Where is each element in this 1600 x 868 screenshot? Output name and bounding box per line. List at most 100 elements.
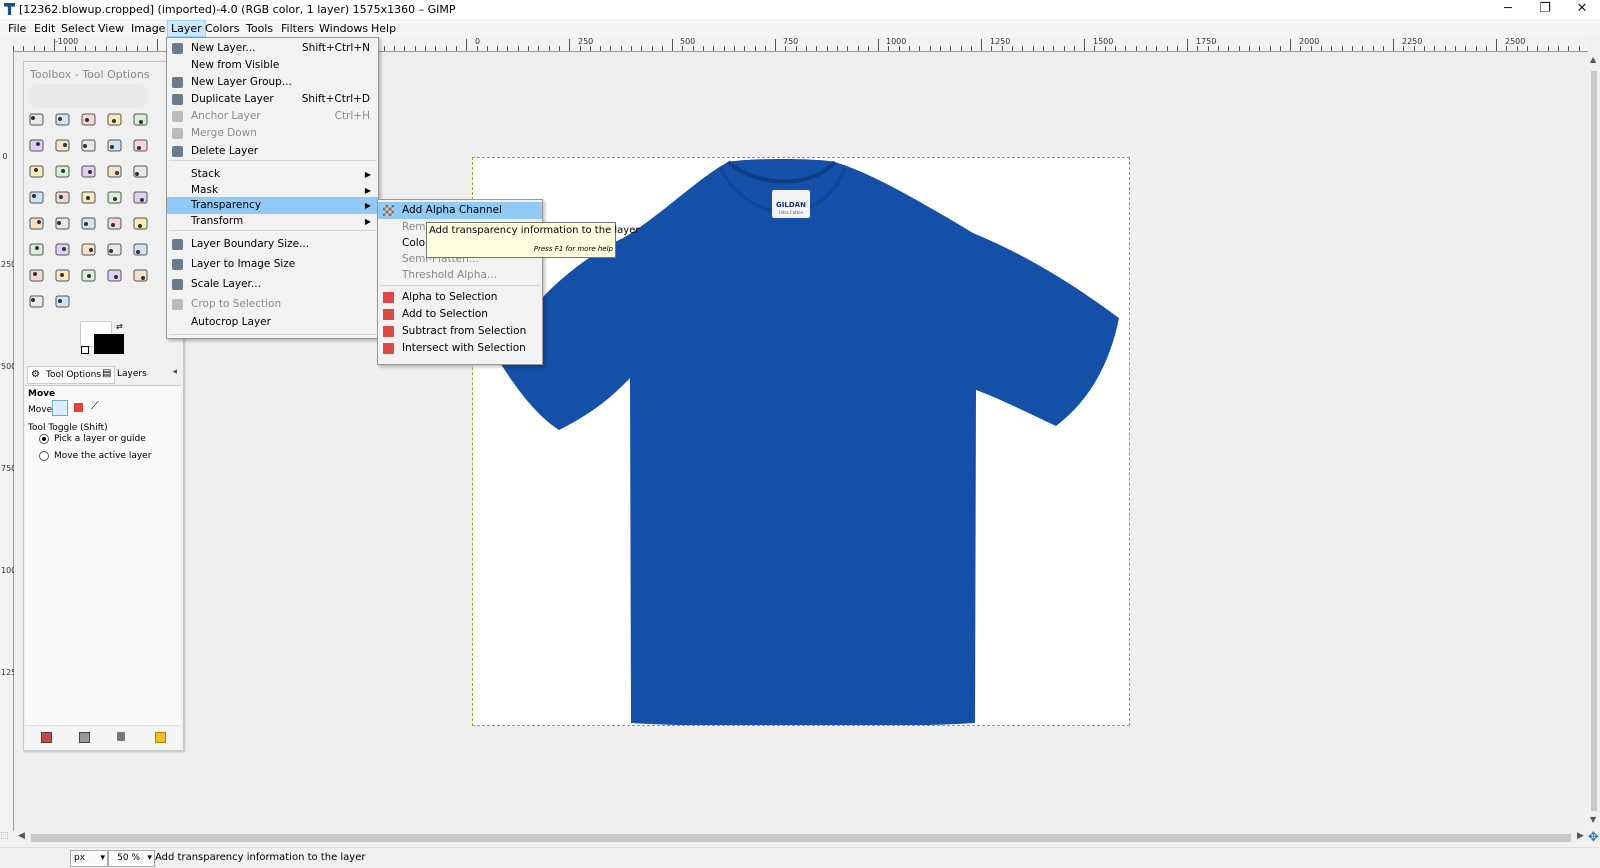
ruler-tick	[1167, 46, 1168, 51]
transform-tool-icon[interactable]	[53, 162, 73, 182]
gradient-tool-icon[interactable]	[53, 266, 73, 286]
menu-edit[interactable]: Edit	[31, 21, 58, 36]
layer-menu-item-stack[interactable]: Stack ▶	[167, 166, 378, 183]
free-select-tool-icon[interactable]	[79, 110, 99, 130]
ruler-corner[interactable]	[0, 37, 14, 52]
menu-item-label: Threshold Alpha...	[402, 269, 497, 281]
smudge-tool-icon[interactable]	[79, 240, 99, 260]
delete-options-icon[interactable]	[117, 732, 125, 741]
ruler-tick	[1002, 46, 1003, 51]
navigate-icon[interactable]: ✥	[1588, 831, 1600, 845]
layer-menu-item-autocrop-layer[interactable]: Autocrop Layer	[167, 314, 378, 331]
warp-tool-icon[interactable]	[79, 188, 99, 208]
reset-options-icon[interactable]	[155, 732, 166, 743]
save-options-icon[interactable]	[41, 732, 52, 743]
menu-item-label: Stack	[191, 168, 221, 180]
flip-tool-icon[interactable]	[27, 188, 47, 208]
bucket-fill-tool-icon[interactable]	[131, 188, 151, 208]
align-tool-icon[interactable]	[27, 162, 47, 182]
transparency-menu-item-subtract-from-selection[interactable]: Subtract from Selection	[378, 323, 542, 340]
ink-tool-icon[interactable]	[79, 214, 99, 234]
transparency-menu-item-add-alpha-channel[interactable]: Add Alpha Channel	[378, 202, 542, 219]
layer-menu-item-layer-boundary-size[interactable]: Layer Boundary Size...	[167, 236, 378, 253]
layer-menu-item-duplicate-layer[interactable]: Duplicate Layer Shift+Ctrl+D	[167, 91, 378, 108]
vertical-ruler[interactable]: 0 250 500 750 1000 1250	[0, 51, 21, 831]
crop-tool-icon[interactable]	[79, 162, 99, 182]
swap-colors-icon[interactable]: ⇄	[116, 322, 123, 331]
minimize-button[interactable]: ─	[1490, 0, 1526, 19]
scissors-select-tool-icon[interactable]	[27, 136, 47, 156]
layer-menu-item-delete-layer[interactable]: Delete Layer	[167, 143, 378, 160]
wilber-drop-area[interactable]	[28, 84, 148, 108]
paintbrush-tool-icon[interactable]	[27, 214, 47, 234]
background-color[interactable]	[94, 334, 124, 354]
radio-move-active[interactable]	[39, 451, 49, 461]
heal-tool-icon[interactable]	[27, 240, 47, 260]
zoom-tool-icon[interactable]	[105, 136, 125, 156]
menu-file[interactable]: File	[5, 21, 29, 36]
close-button[interactable]: ✕	[1564, 0, 1600, 19]
transparency-menu-item-alpha-to-selection[interactable]: Alpha to Selection	[378, 289, 542, 306]
levels-tool-icon[interactable]	[131, 266, 151, 286]
unit-select[interactable]: px ▾	[70, 850, 108, 867]
airbrush-tool-icon[interactable]	[105, 214, 125, 234]
tab-layers[interactable]: ▤ Layers	[99, 366, 163, 382]
layer-menu-item-new-from-visible[interactable]: New from Visible	[167, 57, 378, 74]
default-colors-icon[interactable]	[81, 346, 89, 354]
color-balance-tool-icon[interactable]	[27, 292, 47, 312]
ruler-tick	[1012, 46, 1013, 51]
layer-menu-item-new-layer[interactable]: New Layer... Shift+Ctrl+N	[167, 40, 378, 57]
layer-menu-item-scale-layer[interactable]: Scale Layer...	[167, 276, 378, 293]
clone-tool-icon[interactable]	[131, 214, 151, 234]
curves-tool-icon[interactable]	[105, 266, 125, 286]
dock-menu-icon[interactable]: ◂	[172, 367, 177, 377]
select-by-color-tool-icon[interactable]	[131, 110, 151, 130]
perspective-tool-icon[interactable]	[131, 162, 151, 182]
horizontal-scrollbar[interactable]: ◀ ▶	[13, 831, 1588, 845]
move-layer-mode-button[interactable]	[52, 400, 68, 416]
ruler-tick	[785, 46, 786, 51]
ruler-tick	[888, 46, 889, 51]
vertical-scrollbar[interactable]: ▲ ▼	[1588, 51, 1600, 831]
menu-image[interactable]: Image	[128, 21, 168, 36]
measure-tool-icon[interactable]	[79, 266, 99, 286]
blur-tool-icon[interactable]	[53, 240, 73, 260]
restore-options-icon[interactable]	[79, 732, 90, 743]
move-selection-mode-button[interactable]	[74, 403, 83, 412]
layer-menu-item-transparency[interactable]: Transparency ▶	[167, 197, 378, 214]
layer-menu-item-transform[interactable]: Transform ▶	[167, 213, 378, 230]
ellipse-select-tool-icon[interactable]	[53, 110, 73, 130]
menu-layer[interactable]: Layer	[167, 20, 206, 37]
restore-button[interactable]: ❐	[1527, 0, 1563, 19]
transparency-menu-item-intersect-with-selection[interactable]: Intersect with Selection	[378, 340, 542, 357]
layer-menu-item-layer-to-image-size[interactable]: Layer to Image Size	[167, 256, 378, 273]
menu-colors[interactable]: Colors	[202, 21, 242, 36]
paths-tool-icon[interactable]	[27, 266, 47, 286]
eraser-tool-icon[interactable]	[53, 214, 73, 234]
transparency-menu-item-add-to-selection[interactable]: Add to Selection	[378, 306, 542, 323]
ruler-tick	[1579, 46, 1580, 51]
ruler-tick	[1403, 46, 1404, 51]
color-picker-tool-icon[interactable]	[79, 136, 99, 156]
menu-windows[interactable]: Windows	[316, 21, 371, 36]
cage-tool-icon[interactable]	[53, 188, 73, 208]
foreground-select-tool-icon[interactable]	[53, 136, 73, 156]
dodge-tool-icon[interactable]	[105, 240, 125, 260]
menu-help[interactable]: Help	[368, 21, 399, 36]
menu-view[interactable]: View	[95, 21, 127, 36]
perspective-clone-tool-icon[interactable]	[131, 240, 151, 260]
menu-select[interactable]: Select	[58, 21, 98, 36]
quick-mask-toggle[interactable]: ⬚	[0, 831, 13, 845]
zoom-select[interactable]: 50 % ▾	[108, 850, 155, 867]
spiral-tool-icon[interactable]	[53, 292, 73, 312]
fuzzy-select-tool-icon[interactable]	[105, 110, 125, 130]
radio-pick-layer[interactable]	[39, 434, 49, 444]
move-path-mode-button[interactable]: ⟋	[91, 399, 99, 413]
menu-tools[interactable]: Tools	[243, 21, 276, 36]
move-tool-icon[interactable]	[131, 136, 151, 156]
menu-filters[interactable]: Filters	[278, 21, 317, 36]
unified-transform-tool-icon[interactable]	[105, 162, 125, 182]
text-tool-icon[interactable]	[105, 188, 125, 208]
rect-select-tool-icon[interactable]	[27, 110, 47, 130]
layer-menu-item-new-layer-group[interactable]: New Layer Group...	[167, 74, 378, 91]
